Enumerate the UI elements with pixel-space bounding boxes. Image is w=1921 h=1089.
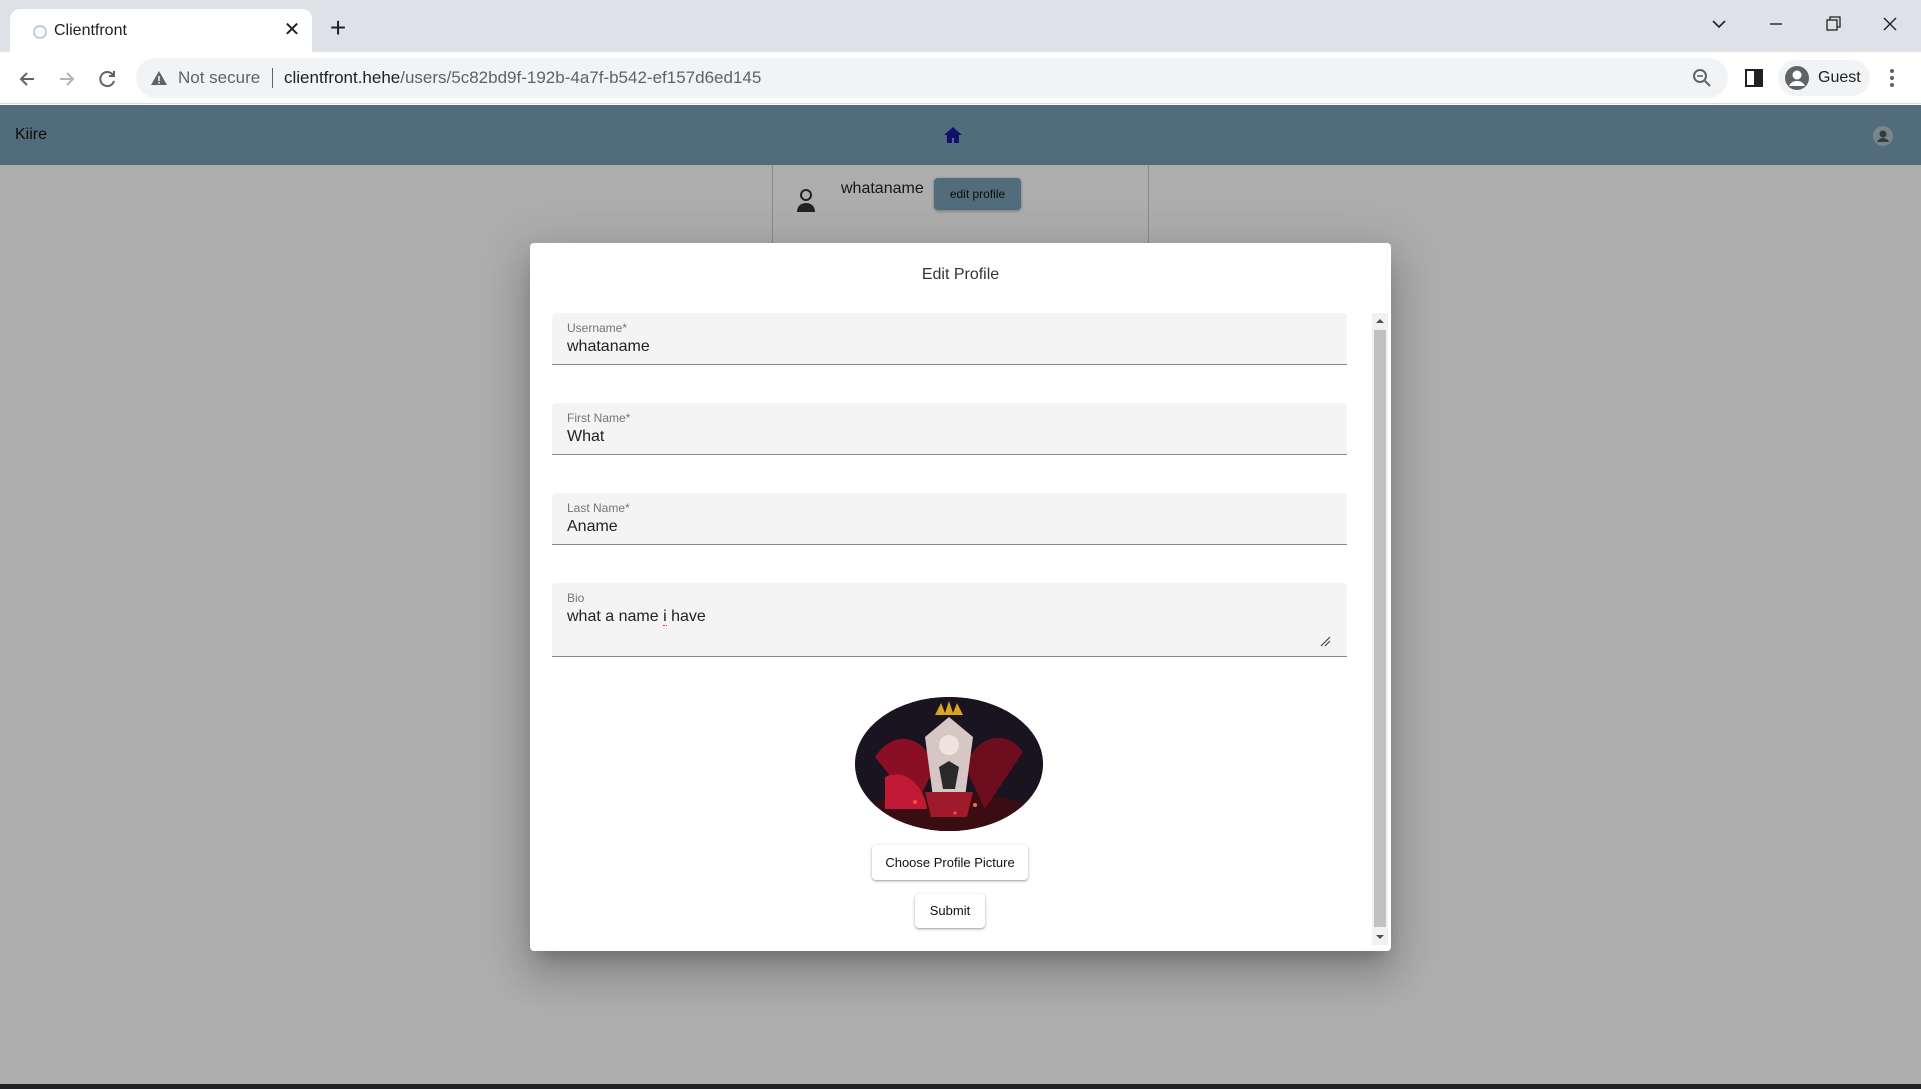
bio-label: Bio (567, 591, 585, 605)
first-name-value[interactable]: What (567, 428, 604, 446)
warning-icon[interactable] (150, 69, 168, 87)
url-path: /users/5c82bd9f-192b-4a7f-b542-ef157d6ed… (400, 68, 762, 87)
plus-icon[interactable]: + (324, 14, 352, 43)
username-label: Username* (567, 321, 628, 335)
account-circle-icon (1785, 66, 1809, 90)
first-name-field[interactable]: First Name* What (552, 403, 1347, 455)
first-name-label: First Name* (567, 411, 631, 425)
close-tab-icon[interactable]: ✕ (280, 18, 304, 42)
tab-title: Clientfront (54, 22, 127, 39)
browser-tabstrip: Clientfront ✕ + (0, 0, 1921, 52)
bio-text-start: what a name (567, 608, 664, 625)
profile-button[interactable]: Guest (1778, 60, 1870, 96)
last-name-value[interactable]: Aname (567, 518, 618, 536)
omnibox-divider (272, 68, 273, 88)
submit-button[interactable]: Submit (915, 894, 985, 928)
dialog-scrollbar[interactable] (1372, 313, 1388, 945)
reload-icon[interactable] (92, 64, 122, 94)
browser-tab[interactable]: Clientfront ✕ (10, 9, 312, 52)
bio-text-end: have (666, 608, 706, 625)
url-host: clientfront.hehe (284, 68, 401, 87)
username-field[interactable]: Username* whataname (552, 313, 1347, 365)
chevron-down-icon[interactable] (1707, 12, 1731, 36)
security-label[interactable]: Not secure (178, 68, 260, 88)
kebab-menu-icon[interactable] (1880, 66, 1904, 90)
zoom-icon[interactable] (1691, 67, 1713, 89)
dialog-title: Edit Profile (921, 266, 1000, 283)
username-value[interactable]: whataname (567, 338, 650, 356)
taskbar-edge (0, 1084, 1921, 1089)
globe-icon (33, 25, 47, 39)
bio-field[interactable]: Bio what a name i have (552, 583, 1347, 657)
scroll-up-arrow-icon[interactable] (1372, 313, 1388, 329)
side-panel-icon[interactable] (1744, 68, 1764, 88)
edit-profile-dialog: Edit Profile Username* whataname First N… (530, 243, 1391, 951)
scrollbar-thumb[interactable] (1374, 330, 1386, 927)
last-name-field[interactable]: Last Name* Aname (552, 493, 1347, 545)
profile-picture-preview (855, 697, 1043, 831)
back-arrow-icon[interactable] (12, 64, 42, 94)
restore-icon[interactable] (1821, 12, 1845, 36)
bio-textarea[interactable]: what a name i have (567, 608, 706, 626)
browser-toolbar: Not secure clientfront.hehe/users/5c82bd… (0, 52, 1921, 104)
choose-profile-picture-button[interactable]: Choose Profile Picture (872, 845, 1028, 880)
resize-grip-icon[interactable] (1319, 635, 1331, 647)
address-bar[interactable]: Not secure clientfront.hehe/users/5c82bd… (136, 58, 1728, 98)
profile-artwork (855, 697, 1043, 831)
close-window-icon[interactable] (1878, 12, 1902, 36)
minimize-icon[interactable] (1764, 12, 1788, 36)
profile-label: Guest (1818, 69, 1861, 86)
scroll-down-arrow-icon[interactable] (1372, 929, 1388, 945)
app-page: Kiire whataname edit profile Edit Profil… (0, 105, 1921, 1089)
last-name-label: Last Name* (567, 501, 630, 515)
forward-arrow-icon[interactable] (52, 64, 82, 94)
url-text[interactable]: clientfront.hehe/users/5c82bd9f-192b-4a7… (284, 68, 761, 88)
